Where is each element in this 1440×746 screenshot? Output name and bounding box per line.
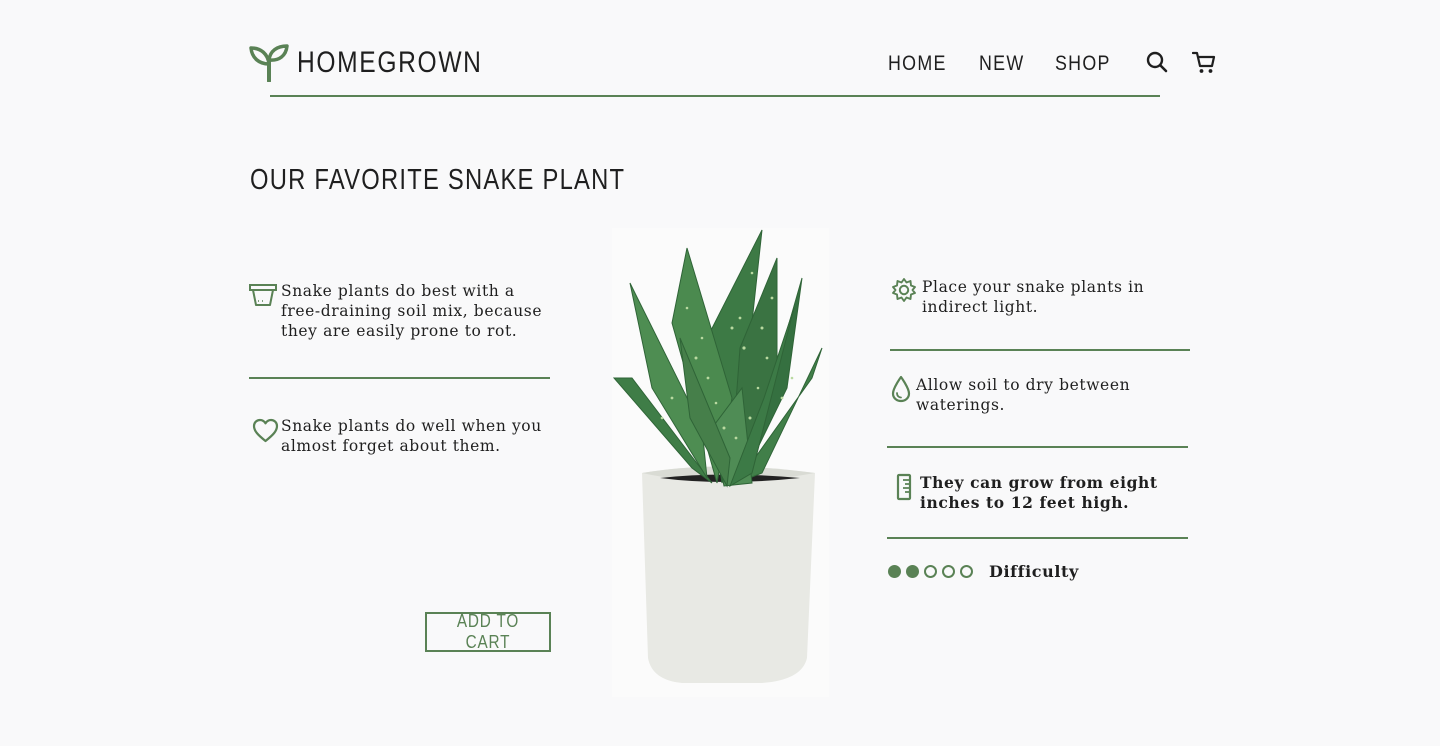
sprout-icon [249,44,289,82]
tip-water-text: Allow soil to dry between waterings. [916,376,1131,414]
right-divider-1 [890,349,1190,351]
tip-soil: Snake plants do best with a free-drainin… [249,281,549,341]
left-divider [249,377,550,379]
header-divider [270,95,1160,97]
heart-icon [252,418,279,448]
difficulty-dot-4 [942,565,955,578]
nav-new[interactable]: NEW [979,52,1024,76]
nav-shop[interactable]: SHOP [1055,52,1111,76]
tip-light: Place your snake plants in indirect ligh… [891,277,1191,317]
tip-care-text: Snake plants do well when you almost for… [281,417,542,455]
product-image [612,228,829,697]
add-to-cart-label: ADD TO CART [456,611,520,652]
right-divider-3 [887,537,1188,539]
tip-height-text: They can grow from eight inches to 12 fe… [920,473,1158,512]
tip-water: Allow soil to dry between waterings. [891,375,1191,415]
sun-gear-icon [891,277,917,308]
tip-soil-text: Snake plants do best with a free-drainin… [281,282,543,340]
water-drop-icon [891,375,911,408]
tip-care: Snake plants do well when you almost for… [252,416,552,456]
add-to-cart-button[interactable]: ADD TO CART [425,611,551,652]
difficulty-rating: Difficulty [888,562,1079,581]
ruler-icon [896,473,912,506]
difficulty-label: Difficulty [989,562,1079,581]
difficulty-dot-5 [960,565,973,578]
tip-light-text: Place your snake plants in indirect ligh… [922,278,1145,316]
difficulty-dot-2 [906,565,919,578]
cart-icon[interactable] [1191,50,1216,78]
brand-name: HOMEGROWN [297,46,483,79]
pot-icon [249,281,277,312]
difficulty-dot-3 [924,565,937,578]
nav-home[interactable]: HOME [888,52,947,76]
difficulty-dot-1 [888,565,901,578]
main-nav: HOME NEW SHOP [888,50,1216,78]
page-title: OUR FAVORITE SNAKE PLANT [250,164,626,196]
search-icon[interactable] [1146,51,1168,77]
tip-height: They can grow from eight inches to 12 fe… [896,473,1196,513]
right-divider-2 [887,446,1188,448]
brand-logo[interactable]: HOMEGROWN [249,44,523,82]
